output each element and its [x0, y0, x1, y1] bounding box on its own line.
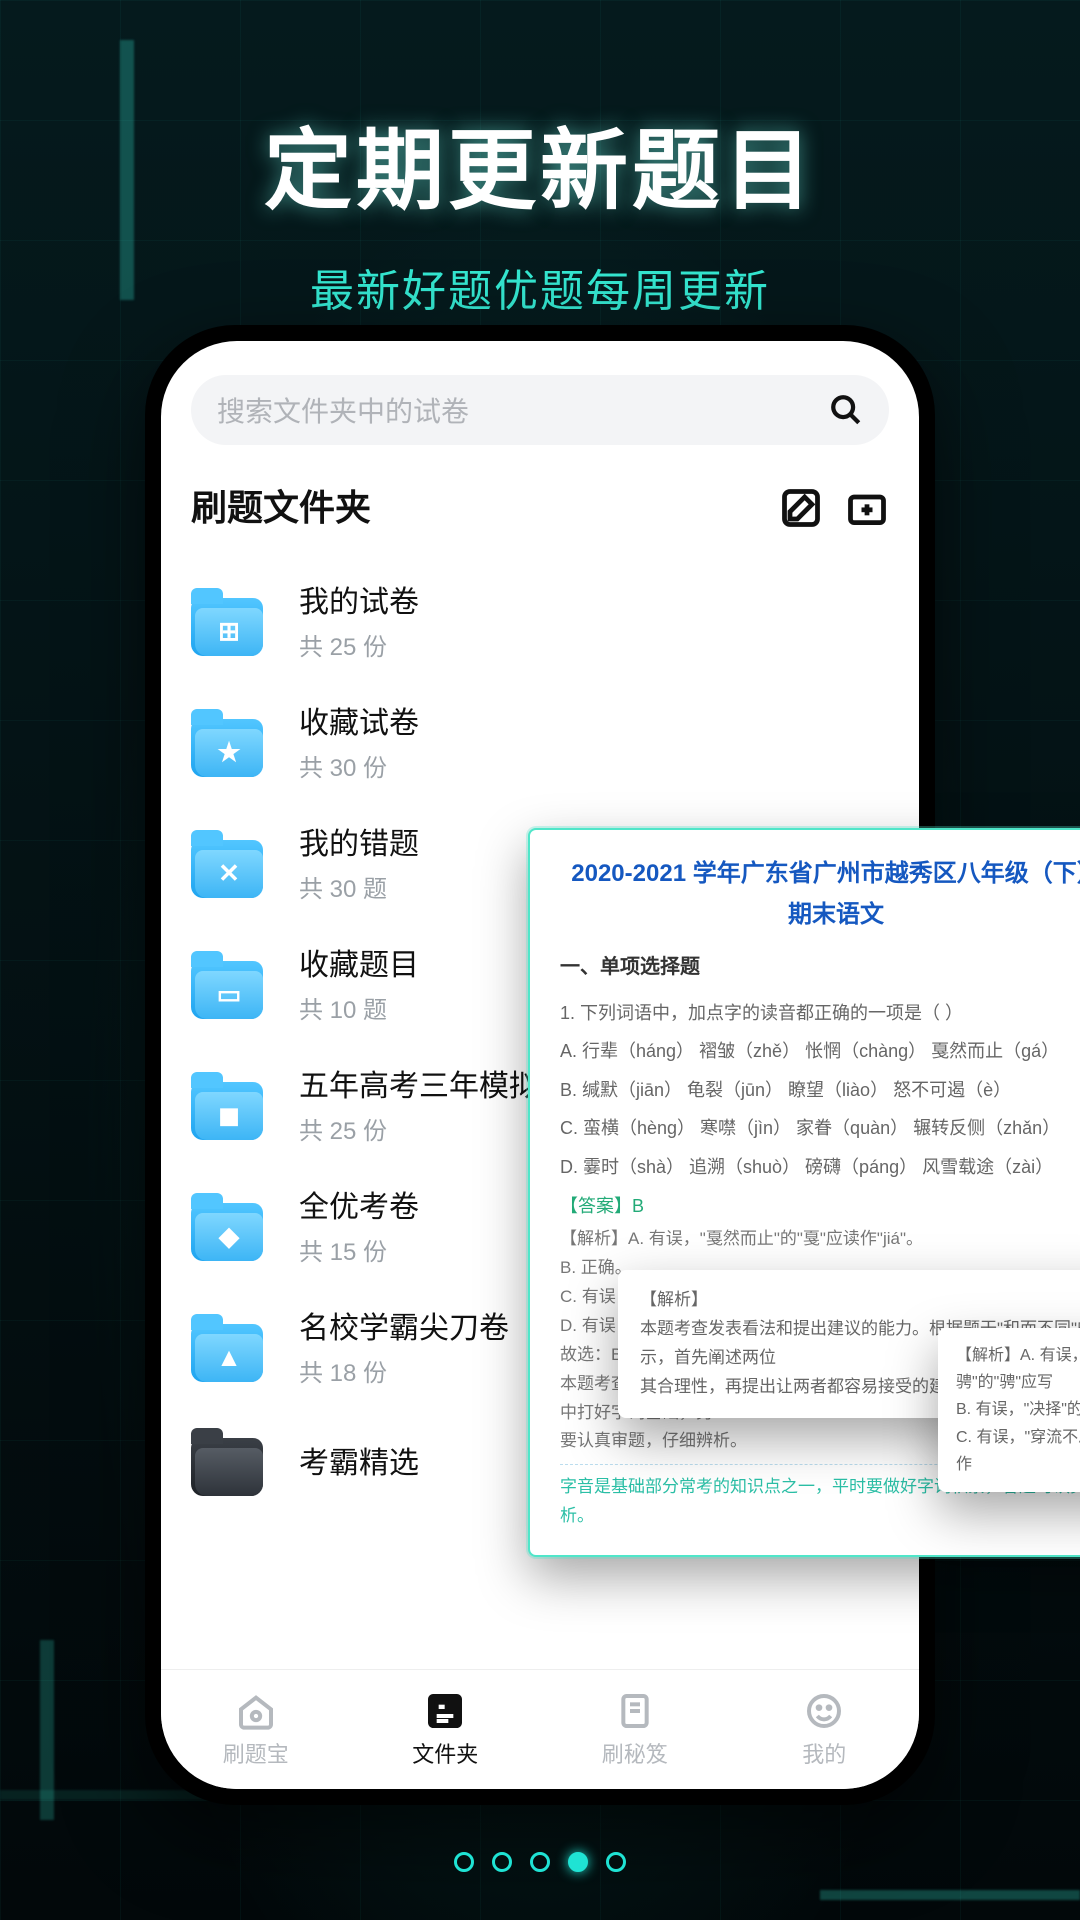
folder-count: 共 25 份 — [299, 1111, 539, 1146]
folder-icon: ✕ — [191, 826, 275, 898]
explain-line: 【解析】A. 有误，"驰骋"的"骋"应写 — [956, 1342, 1080, 1396]
explain-line: B. 有误，"决择"的"决"应写作"抉 — [956, 1396, 1080, 1423]
search-input[interactable]: 搜索文件夹中的试卷 — [191, 375, 889, 445]
hero-title: 定期更新题目 — [0, 100, 1080, 227]
explain-head: 【解析】 — [640, 1286, 1080, 1315]
page-indicator — [0, 1852, 1080, 1872]
option-d: D. 霎时（shà） 追溯（shuò） 磅礴（páng） 风雪载途（zài） — [560, 1148, 1080, 1187]
exam-title: 2020-2021 学年广东省广州市越秀区八年级（下）期末语文 — [560, 854, 1080, 936]
folder-item[interactable]: ⊞ 我的试卷共 25 份 — [191, 559, 889, 680]
home-icon — [236, 1691, 276, 1731]
section-title: 刷题文件夹 — [191, 479, 371, 537]
folder-count: 共 15 份 — [299, 1232, 419, 1267]
pager-dot[interactable] — [530, 1852, 550, 1872]
folder-item[interactable]: ★ 收藏试卷共 30 份 — [191, 680, 889, 801]
tab-label: 文件夹 — [412, 1737, 478, 1769]
folder-count: 共 25 份 — [299, 627, 419, 662]
folder-icon: ⊞ — [191, 584, 275, 656]
folder-doc-icon — [425, 1691, 465, 1731]
scroll-icon — [615, 1691, 655, 1731]
folder-name: 五年高考三年模拟 — [299, 1061, 539, 1105]
option-a: A. 行辈（háng） 褶皱（zhě） 怅惘（chàng） 戛然而止（gá） — [560, 1032, 1080, 1071]
hero-subtitle: 最新好题优题每周更新 — [0, 255, 1080, 319]
option-c: C. 蛮横（hèng） 寒噤（jìn） 家眷（quàn） 辗转反侧（zhǎn） — [560, 1109, 1080, 1148]
search-placeholder: 搜索文件夹中的试卷 — [217, 390, 469, 430]
folder-icon: ▲ — [191, 1310, 275, 1382]
folder-icon: ◆ — [191, 1189, 275, 1261]
pager-dot[interactable] — [606, 1852, 626, 1872]
tab-home[interactable]: 刷题宝 — [161, 1670, 351, 1789]
tab-folders[interactable]: 文件夹 — [351, 1670, 541, 1789]
tab-label: 刷秘笈 — [602, 1737, 668, 1769]
folder-count: 共 10 题 — [299, 990, 419, 1025]
folder-count: 共 30 题 — [299, 869, 419, 904]
folder-name: 考霸精选 — [299, 1438, 419, 1482]
folder-icon: ◼ — [191, 1068, 275, 1140]
folder-icon — [191, 1424, 275, 1496]
folder-count: 共 30 份 — [299, 748, 419, 783]
folder-icon: ★ — [191, 705, 275, 777]
folder-name: 收藏题目 — [299, 940, 419, 984]
explain-a: 【解析】A. 有误，"戛然而止"的"戛"应读作"jiá"。 — [560, 1225, 1080, 1254]
explain-line: C. 有误，"穿流不息"的"穿"应写作 — [956, 1424, 1080, 1478]
folder-name: 收藏试卷 — [299, 698, 419, 742]
folder-icon: ▭ — [191, 947, 275, 1019]
tab-label: 刷题宝 — [223, 1737, 289, 1769]
tab-tips[interactable]: 刷秘笈 — [540, 1670, 730, 1789]
search-icon — [829, 393, 863, 427]
exam-section: 一、单项选择题 — [560, 950, 1080, 984]
folder-name: 我的试卷 — [299, 577, 419, 621]
tab-label: 我的 — [802, 1737, 846, 1769]
folder-name: 我的错题 — [299, 819, 419, 863]
tab-bar: 刷题宝 文件夹 刷秘笈 我的 — [161, 1669, 919, 1789]
pager-dot[interactable] — [454, 1852, 474, 1872]
question-text: 1. 下列词语中，加点字的读音都正确的一项是（ ） — [560, 994, 1080, 1033]
answer-label: 【答案】B — [560, 1187, 1080, 1226]
edit-icon[interactable] — [779, 486, 823, 530]
option-b: B. 缄默（jiān） 龟裂（jūn） 瞭望（liào） 怒不可遏（è） — [560, 1071, 1080, 1110]
folder-name: 名校学霸尖刀卷 — [299, 1303, 509, 1347]
add-folder-icon[interactable] — [845, 486, 889, 530]
folder-name: 全优考卷 — [299, 1182, 419, 1226]
exam-preview-card-3: 【解析】A. 有误，"驰骋"的"骋"应写 B. 有误，"决择"的"决"应写作"抉… — [938, 1328, 1080, 1492]
smile-icon — [804, 1691, 844, 1731]
pager-dot-active[interactable] — [568, 1852, 588, 1872]
folder-count: 共 18 份 — [299, 1353, 509, 1388]
tab-me[interactable]: 我的 — [730, 1670, 920, 1789]
pager-dot[interactable] — [492, 1852, 512, 1872]
